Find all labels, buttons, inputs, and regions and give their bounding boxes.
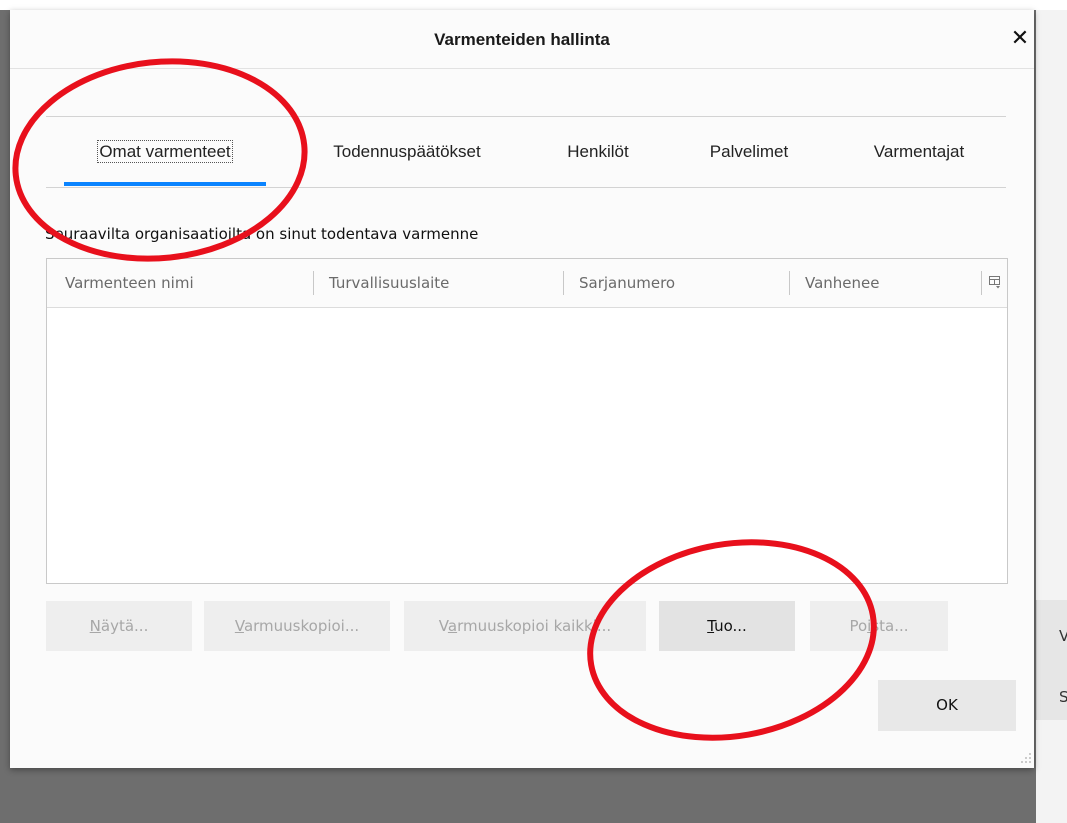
column-separator[interactable]: [789, 271, 790, 295]
view-button-accesskey: N: [89, 617, 101, 635]
column-header-serial-number[interactable]: Sarjanumero: [579, 259, 675, 307]
backup-button[interactable]: Varmuuskopioi...: [204, 601, 390, 651]
active-tab-indicator: [64, 182, 266, 186]
tab-label: Varmentajat: [873, 142, 965, 161]
delete-button-label-start: Po: [849, 617, 868, 635]
certificates-description: Seuraavilta organisaatioilta on sinut to…: [45, 225, 479, 243]
dialog-title: Varmenteiden hallinta: [434, 30, 610, 49]
backup-all-button-label-start: V: [438, 617, 448, 635]
tab-label: Henkilöt: [567, 142, 629, 161]
certificate-table[interactable]: Varmenteen nimi Turvallisuuslaite Sarjan…: [46, 258, 1008, 584]
import-button[interactable]: Tuo...: [659, 601, 795, 651]
view-button-label: äytä...: [100, 617, 149, 635]
table-header: Varmenteen nimi Turvallisuuslaite Sarjan…: [47, 259, 1007, 308]
background-text-v: V: [1059, 627, 1067, 645]
column-separator: [981, 271, 982, 295]
background-text-s: S: [1059, 688, 1067, 706]
backup-button-label: armuuskopioi...: [243, 617, 360, 635]
column-header-expires[interactable]: Vanhenee: [805, 259, 880, 307]
tab-authentication-decisions[interactable]: Todennuspäätökset: [302, 117, 512, 187]
tab-people[interactable]: Henkilöt: [540, 117, 656, 187]
resize-grip-icon[interactable]: [1020, 752, 1032, 764]
delete-button[interactable]: Poista...: [810, 601, 948, 651]
column-separator[interactable]: [313, 271, 314, 295]
close-icon[interactable]: ✕: [1006, 24, 1034, 54]
ok-button[interactable]: OK: [878, 680, 1016, 731]
column-header-security-device[interactable]: Turvallisuuslaite: [329, 259, 449, 307]
tab-authorities[interactable]: Varmentajat: [844, 117, 994, 187]
tabs-bottom-divider: [46, 187, 1006, 188]
column-header-certificate-name[interactable]: Varmenteen nimi: [65, 259, 194, 307]
delete-button-label: sta...: [871, 617, 909, 635]
backup-all-button-accesskey: a: [447, 617, 458, 635]
column-separator[interactable]: [563, 271, 564, 295]
dialog-titlebar: Varmenteiden hallinta ✕: [10, 10, 1034, 69]
certificate-manager-dialog: Varmenteiden hallinta ✕ Omat varmenteet …: [10, 10, 1034, 768]
view-button[interactable]: Näytä...: [46, 601, 192, 651]
column-picker-icon[interactable]: [988, 275, 1002, 289]
tab-label: Palvelimet: [709, 142, 789, 161]
tab-your-certificates[interactable]: Omat varmenteet: [64, 117, 266, 187]
tab-label: Omat varmenteet: [97, 140, 233, 163]
backup-all-button[interactable]: Varmuuskopioi kaikki...: [404, 601, 646, 651]
import-button-label: uo...: [714, 617, 747, 635]
tab-label: Todennuspäätökset: [333, 142, 481, 161]
tab-servers[interactable]: Palvelimet: [686, 117, 812, 187]
backup-all-button-label: rmuuskopioi kaikki...: [457, 617, 612, 635]
backup-button-accesskey: V: [234, 617, 244, 635]
